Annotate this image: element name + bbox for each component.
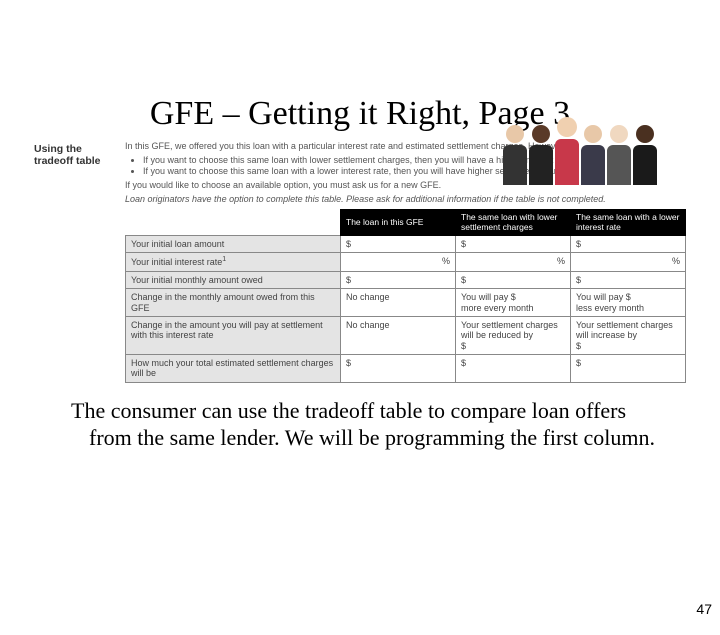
table-cell: $ [571, 236, 686, 253]
table-row: Your initial monthly amount owed$$$ [126, 271, 686, 288]
table-cell: $ [341, 354, 456, 382]
row-label: Your initial monthly amount owed [126, 271, 341, 288]
section-label: Using the tradeoff table [34, 141, 115, 383]
row-label: How much your total estimated settlement… [126, 354, 341, 382]
table-cell: % [341, 253, 456, 271]
slide-caption: The consumer can use the tradeoff table … [55, 397, 665, 452]
table-cell: $ [571, 354, 686, 382]
table-header [126, 210, 341, 236]
table-cell: $ [456, 354, 571, 382]
row-label: Your initial interest rate1 [126, 253, 341, 271]
table-cell: % [571, 253, 686, 271]
people-illustration [500, 105, 660, 185]
table-row: How much your total estimated settlement… [126, 354, 686, 382]
row-label: Your initial loan amount [126, 236, 341, 253]
table-header: The same loan with lower settlement char… [456, 210, 571, 236]
table-header: The loan in this GFE [341, 210, 456, 236]
page-number: 47 [696, 601, 712, 617]
table-cell: $ [341, 236, 456, 253]
table-cell: You will pay $less every month [571, 289, 686, 317]
table-cell: % [456, 253, 571, 271]
table-row: Your initial loan amount$$$ [126, 236, 686, 253]
table-cell: Your settlement charges will be reduced … [456, 316, 571, 354]
table-cell: Your settlement charges will increase by… [571, 316, 686, 354]
tradeoff-table: The loan in this GFE The same loan with … [125, 209, 686, 382]
row-label: Change in the amount you will pay at set… [126, 316, 341, 354]
table-row: Your initial interest rate1%%% [126, 253, 686, 271]
table-cell: $ [456, 236, 571, 253]
table-cell: $ [571, 271, 686, 288]
row-label: Change in the monthly amount owed from t… [126, 289, 341, 317]
table-cell: $ [456, 271, 571, 288]
table-cell: No change [341, 289, 456, 317]
table-header: The same loan with a lower interest rate [571, 210, 686, 236]
table-cell: $ [341, 271, 456, 288]
table-cell: No change [341, 316, 456, 354]
intro-italic: Loan originators have the option to comp… [125, 194, 686, 206]
table-row: Change in the amount you will pay at set… [126, 316, 686, 354]
table-cell: You will pay $more every month [456, 289, 571, 317]
table-row: Change in the monthly amount owed from t… [126, 289, 686, 317]
